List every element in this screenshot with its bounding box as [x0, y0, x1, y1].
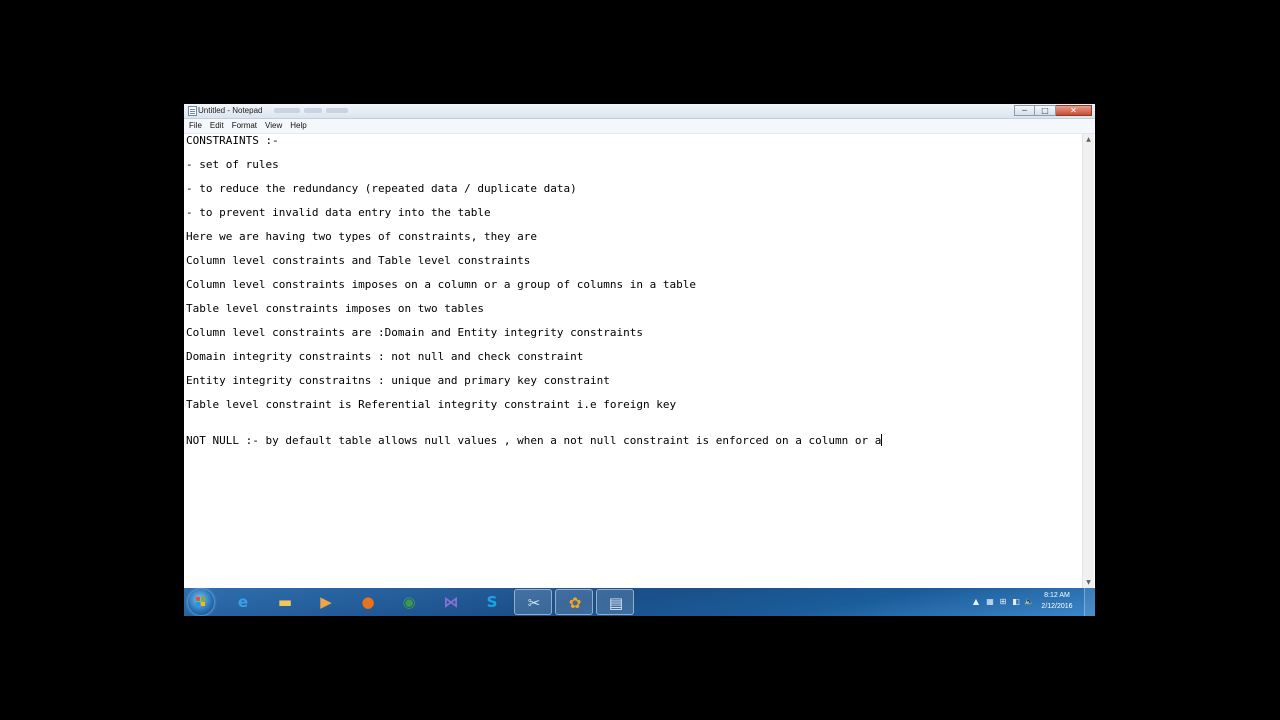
visual-studio-icon: ⋈: [443, 593, 459, 611]
editor-line: - to reduce the redundancy (repeated dat…: [186, 182, 577, 195]
scroll-down-arrow-icon[interactable]: ▼: [1083, 577, 1094, 588]
editor-line-current: NOT NULL :- by default table allows null…: [186, 434, 883, 448]
action-center-icon[interactable]: ⊞: [998, 597, 1008, 607]
skype-icon: S: [486, 593, 498, 611]
taskbar-button-firefox[interactable]: ●: [349, 589, 387, 615]
title-bar-ghost: [304, 108, 322, 113]
taskbar-button-internet-explorer[interactable]: e: [224, 589, 262, 615]
window-title: Untitled - Notepad: [198, 106, 263, 115]
window-controls: ─ □ ✕: [1014, 105, 1092, 116]
editor-line: Column level constraints imposes on a co…: [186, 278, 696, 291]
taskbar-button-visual-studio[interactable]: ⋈: [432, 589, 470, 615]
editor-line: Domain integrity constraints : not null …: [186, 350, 584, 363]
taskbar: e ▬ ▶ ● ◉ ⋈ S ✂ ✿ ▤ ▲ ▦ ⊞ ◧ 🔈 8:12 AM 2/…: [184, 588, 1095, 616]
minimize-button[interactable]: ─: [1014, 105, 1035, 116]
text-editor[interactable]: CONSTRAINTS :- - set of rules - to reduc…: [184, 134, 1082, 588]
editor-line: Column level constraints and Table level…: [186, 254, 531, 267]
close-button[interactable]: ✕: [1056, 105, 1092, 116]
clock[interactable]: 8:12 AM 2/12/2016: [1035, 590, 1079, 612]
editor-line: Table level constraint is Referential in…: [186, 398, 677, 411]
notepad-icon: [188, 106, 197, 116]
taskbar-button-notepad[interactable]: ▤: [596, 589, 634, 615]
editor-line: Here we are having two types of constrai…: [186, 230, 537, 243]
title-bar-ghost: [274, 108, 300, 113]
taskbar-button-tools[interactable]: ✂: [514, 589, 552, 615]
chrome-icon: ◉: [402, 593, 416, 611]
settings-app-icon: ✿: [568, 594, 582, 612]
title-bar-ghost: [326, 108, 348, 113]
file-explorer-icon: ▬: [277, 593, 293, 611]
taskbar-button-chrome[interactable]: ◉: [390, 589, 428, 615]
show-desktop-button[interactable]: [1084, 588, 1095, 616]
media-player-icon: ▶: [320, 593, 332, 611]
internet-explorer-icon: e: [237, 593, 249, 611]
tray-app-icon[interactable]: ▦: [985, 597, 995, 607]
desktop-screen: Untitled - Notepad ─ □ ✕ File Edit Forma…: [184, 104, 1095, 616]
tools-icon: ✂: [527, 594, 541, 612]
menu-bar: File Edit Format View Help: [184, 119, 1095, 134]
text-caret: [881, 434, 883, 446]
taskbar-button-file-explorer[interactable]: ▬: [266, 589, 304, 615]
editor-line: - set of rules: [186, 158, 279, 171]
notepad-taskbar-icon: ▤: [608, 594, 624, 612]
clock-date: 2/12/2016: [1041, 603, 1073, 610]
editor-line: Table level constraints imposes on two t…: [186, 302, 485, 315]
vertical-scrollbar[interactable]: ▲ ▼: [1082, 134, 1094, 588]
network-icon[interactable]: ◧: [1011, 597, 1021, 607]
editor-line: - to prevent invalid data entry into the…: [186, 206, 491, 219]
windows-logo-icon: [196, 597, 206, 607]
title-bar[interactable]: Untitled - Notepad ─ □ ✕: [184, 104, 1095, 119]
menu-edit[interactable]: Edit: [206, 119, 228, 133]
firefox-icon: ●: [361, 593, 375, 611]
editor-line: CONSTRAINTS :-: [186, 134, 279, 147]
taskbar-button-settings-app[interactable]: ✿: [555, 589, 593, 615]
scroll-up-arrow-icon[interactable]: ▲: [1083, 134, 1094, 145]
taskbar-button-skype[interactable]: S: [473, 589, 511, 615]
editor-line: Column level constraints are :Domain and…: [186, 326, 643, 339]
start-button[interactable]: [188, 589, 214, 615]
clock-time: 8:12 AM: [1044, 592, 1070, 599]
editor-line-text: NOT NULL :- by default table allows null…: [186, 434, 882, 447]
editor-line: Entity integrity constraitns : unique an…: [186, 374, 610, 387]
volume-icon[interactable]: 🔈: [1024, 597, 1034, 607]
menu-file[interactable]: File: [184, 119, 206, 133]
menu-format[interactable]: Format: [228, 119, 261, 133]
menu-help[interactable]: Help: [286, 119, 310, 133]
show-hidden-icons-icon[interactable]: ▲: [971, 597, 981, 607]
maximize-button[interactable]: □: [1035, 105, 1056, 116]
taskbar-button-media-player[interactable]: ▶: [307, 589, 345, 615]
menu-view[interactable]: View: [261, 119, 286, 133]
system-tray: ▲ ▦ ⊞ ◧ 🔈 8:12 AM 2/12/2016: [965, 588, 1095, 616]
